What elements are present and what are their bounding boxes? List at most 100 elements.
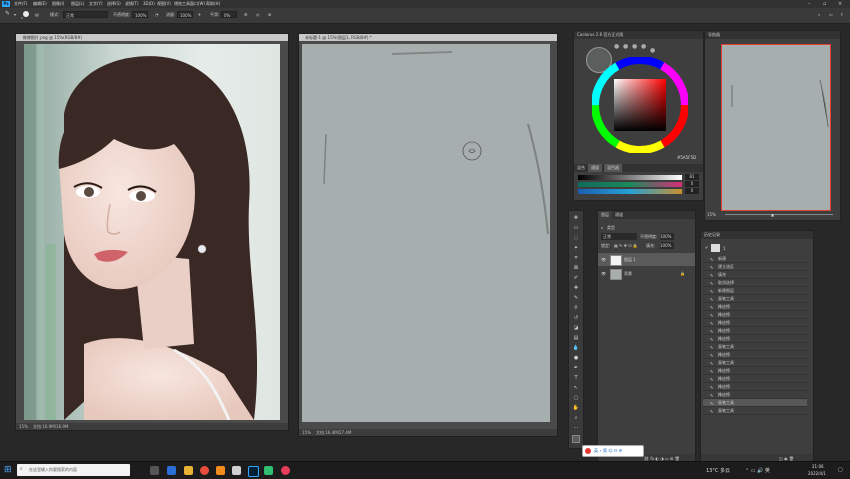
color-panel-title[interactable]: Coolorus 2.6 官方正式版 bbox=[574, 31, 626, 39]
tray-icons[interactable]: ⌃ ▭ 🔊 英 bbox=[745, 467, 770, 474]
menu-layer[interactable]: 图层(L) bbox=[71, 1, 84, 7]
type-tool-icon[interactable]: T bbox=[572, 375, 580, 382]
preset-icon[interactable]: ● bbox=[650, 47, 655, 54]
healing-tool-icon[interactable]: ✚ bbox=[572, 285, 580, 292]
layer-opacity-input[interactable]: 100% bbox=[660, 233, 674, 240]
notification-icon[interactable]: ▢ bbox=[838, 467, 843, 473]
menu-plugins[interactable]: 增效工具 bbox=[174, 1, 190, 7]
weather-widget[interactable]: 13°C 多云 bbox=[706, 467, 730, 474]
zoom-tool-icon[interactable]: ⌕ bbox=[572, 415, 580, 422]
history-item[interactable]: ✎ 橡皮擦 bbox=[703, 383, 807, 391]
maximize-icon[interactable]: ▫ bbox=[823, 1, 826, 7]
tab-channels[interactable]: 通道 bbox=[588, 164, 602, 172]
foreground-color-swatch[interactable] bbox=[572, 435, 580, 443]
history-brush-tool-icon[interactable]: ↺ bbox=[572, 315, 580, 322]
minimize-icon[interactable]: – bbox=[808, 1, 811, 7]
history-item[interactable]: ✎ 画笔工具 bbox=[703, 343, 807, 351]
quick-select-tool-icon[interactable]: ✦ bbox=[572, 245, 580, 252]
edge-icon[interactable] bbox=[167, 466, 176, 475]
taskbar-search[interactable]: ⌕ 在这里输入你要搜索的内容 bbox=[17, 464, 130, 476]
navigator-zoom[interactable]: 15% bbox=[707, 212, 716, 217]
gradient-tool-icon[interactable]: ▤ bbox=[572, 335, 580, 342]
filter-kind[interactable]: 类型 bbox=[607, 225, 615, 231]
pressure-size-icon[interactable]: ◎ bbox=[256, 12, 260, 17]
brush-preset-picker[interactable]: 2 bbox=[21, 10, 31, 20]
menu-select[interactable]: 选择(S) bbox=[107, 1, 121, 7]
hex-value[interactable]: #5A5F5D bbox=[677, 155, 696, 160]
ime-options[interactable]: 英 ∘ 简 ☺ ☷ ⚙ bbox=[594, 448, 622, 454]
history-title[interactable]: 历史记录 bbox=[701, 231, 723, 239]
pressure-opacity-icon[interactable]: ◔ bbox=[155, 12, 159, 17]
photoshop-logo-icon[interactable]: Ps bbox=[2, 1, 10, 7]
history-item[interactable]: ✎ 画笔工具 bbox=[703, 295, 807, 303]
clock-time[interactable]: 21:06 bbox=[812, 464, 824, 469]
zoom-slider-handle[interactable]: ▲ bbox=[771, 212, 774, 217]
airbrush-icon[interactable]: ✈ bbox=[198, 12, 201, 17]
history-item[interactable]: ✎ 新建图层 bbox=[703, 287, 807, 295]
mode-select[interactable]: 正常 bbox=[63, 11, 108, 18]
menu-window[interactable]: 窗口(W) bbox=[190, 1, 205, 7]
tab-channels[interactable]: 通道 bbox=[612, 211, 626, 219]
menu-3d[interactable]: 3D(D) bbox=[143, 1, 155, 6]
chevron-down-icon[interactable]: ▾ bbox=[14, 12, 16, 17]
windows-start-icon[interactable]: ⊞ bbox=[4, 465, 12, 475]
zoom-slider[interactable] bbox=[725, 214, 833, 215]
ime-toolbar[interactable]: 英 ∘ 简 ☺ ☷ ⚙ bbox=[582, 445, 644, 457]
tab-layers[interactable]: 图层 bbox=[598, 211, 612, 219]
slider-brightness[interactable] bbox=[578, 175, 682, 180]
slider-value-3[interactable]: 0 bbox=[685, 188, 699, 194]
history-item[interactable]: ✎ 橡皮擦 bbox=[703, 319, 807, 327]
eraser-tool-icon[interactable]: ◪ bbox=[572, 325, 580, 332]
history-item[interactable]: ✎ 画笔工具 bbox=[703, 407, 807, 415]
shape-tool-icon[interactable]: ▢ bbox=[572, 395, 580, 402]
share-icon[interactable]: ⇪ bbox=[840, 12, 843, 17]
navigator-thumbnail[interactable] bbox=[721, 44, 831, 211]
slider-value-1[interactable]: 81 bbox=[685, 174, 699, 180]
brush-tool-icon[interactable]: ✎ bbox=[5, 10, 10, 17]
photo-doc-title[interactable]: 微博图片.png @ 15%(RGB/8#) bbox=[16, 34, 288, 41]
workspace-icon[interactable]: ▭ bbox=[829, 12, 833, 17]
history-item[interactable]: ✎ 橡皮擦 bbox=[703, 391, 807, 399]
app-icon[interactable] bbox=[232, 466, 241, 475]
opacity-input[interactable]: 100% bbox=[132, 11, 148, 18]
history-item[interactable]: ✎ 取消选择 bbox=[703, 279, 807, 287]
history-item[interactable]: ✎ 新建 bbox=[703, 255, 807, 263]
chrome-icon[interactable] bbox=[200, 466, 209, 475]
history-item[interactable]: ✎ 填充 bbox=[703, 271, 807, 279]
search-icon[interactable]: ⌕ bbox=[818, 12, 820, 17]
dodge-tool-icon[interactable]: ● bbox=[572, 355, 580, 362]
menu-edit[interactable]: 编辑(E) bbox=[33, 1, 47, 7]
menu-help[interactable]: 帮助(H) bbox=[206, 1, 220, 7]
canvas-doc-title[interactable]: 未标题-1 @ 15%(图层1, RGB/8#) * bbox=[299, 34, 557, 41]
photoshop-taskbar-icon[interactable] bbox=[248, 466, 259, 477]
filter-kind-icon[interactable]: ⌕ bbox=[601, 225, 603, 230]
history-item[interactable]: ✎ 橡皮擦 bbox=[703, 367, 807, 375]
lock-icons[interactable]: ▦ ✎ ✥ ⊡ 🔒 bbox=[614, 243, 638, 248]
history-snapshot[interactable]: ✔ 1 bbox=[703, 243, 809, 253]
preset-icon[interactable]: ● bbox=[641, 43, 646, 50]
layer-row[interactable]: 👁 图层 1 bbox=[598, 253, 695, 266]
smoothing-settings-icon[interactable]: ⚙ bbox=[244, 12, 248, 17]
layer-name[interactable]: 图层 1 bbox=[624, 257, 636, 263]
preset-icon[interactable]: ● bbox=[632, 43, 637, 50]
stamp-tool-icon[interactable]: ⚲ bbox=[572, 305, 580, 312]
visibility-eye-icon[interactable]: 👁 bbox=[601, 257, 606, 262]
flow-input[interactable]: 100% bbox=[177, 11, 193, 18]
menu-view[interactable]: 视图(V) bbox=[157, 1, 171, 7]
frame-tool-icon[interactable]: ⊠ bbox=[572, 265, 580, 272]
eyedropper-tool-icon[interactable]: ✐ bbox=[572, 275, 580, 282]
layer-row[interactable]: 👁 背景 🔒 bbox=[598, 267, 695, 280]
brush-tool-icon[interactable]: ✎ bbox=[572, 295, 580, 302]
brush-settings-icon[interactable]: ▤ bbox=[35, 12, 39, 17]
artboard-tool-icon[interactable]: ▭ bbox=[572, 225, 580, 232]
blend-mode-select[interactable]: 正常 bbox=[601, 233, 637, 240]
portrait-photo[interactable] bbox=[24, 44, 280, 420]
tab-mix[interactable]: 混合 bbox=[574, 164, 588, 172]
menu-type[interactable]: 文字(Y) bbox=[89, 1, 103, 7]
path-select-tool-icon[interactable]: ↖ bbox=[572, 385, 580, 392]
more-tools-icon[interactable]: ⋯ bbox=[572, 425, 580, 432]
hand-tool-icon[interactable]: ✋ bbox=[572, 405, 580, 412]
history-item[interactable]: ✎ 画笔工具 bbox=[703, 359, 807, 367]
app-icon[interactable] bbox=[281, 466, 290, 475]
slider-hue-b[interactable] bbox=[578, 189, 682, 194]
